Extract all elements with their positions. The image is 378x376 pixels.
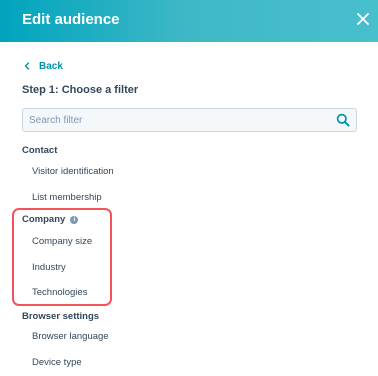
group-label: Contact: [22, 145, 58, 156]
close-icon: [357, 13, 369, 25]
group-title-browser-settings: Browser settings: [22, 311, 99, 322]
step-title: Step 1: Choose a filter: [22, 84, 139, 96]
panel-title: Edit audience: [22, 11, 120, 28]
close-button[interactable]: [352, 8, 374, 30]
filter-option-visitor-identification[interactable]: Visitor identification: [32, 166, 114, 177]
highlight-outline: [12, 208, 112, 306]
search-field[interactable]: [22, 108, 357, 132]
panel-header: Edit audience: [0, 0, 378, 42]
group-title-contact: Contact: [22, 145, 57, 156]
group-label: Browser settings: [22, 311, 100, 322]
search-input[interactable]: [29, 112, 319, 128]
chevron-left-icon: [24, 62, 30, 70]
search-icon[interactable]: [336, 113, 350, 127]
back-link-label: Back: [39, 60, 63, 72]
filter-option-list-membership[interactable]: List membership: [32, 192, 102, 203]
filter-option-browser-language[interactable]: Browser language: [32, 331, 109, 342]
filter-option-device-type[interactable]: Device type: [32, 357, 82, 368]
back-link[interactable]: Back: [24, 59, 63, 73]
